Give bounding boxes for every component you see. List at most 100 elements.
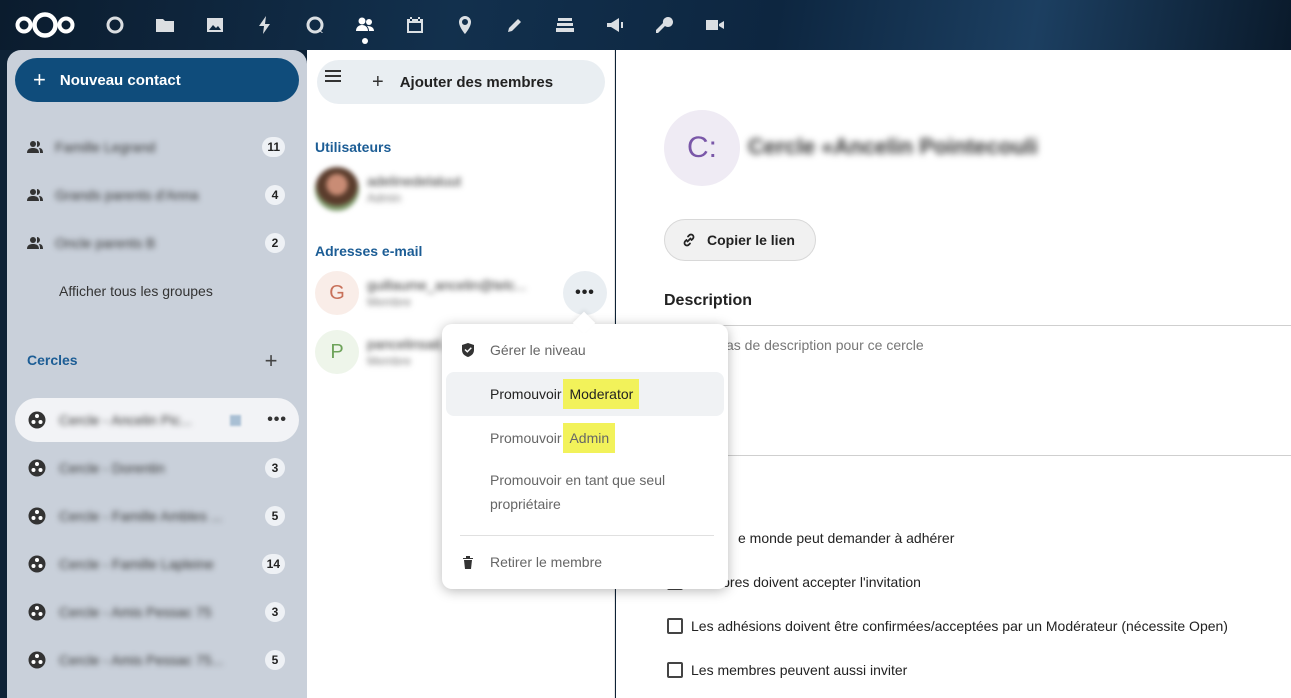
menu-promote-admin[interactable]: Promouvoir Admin <box>446 416 724 460</box>
description-field[interactable]: as de description pour ce cercle <box>726 337 924 353</box>
passwords-icon <box>656 16 673 33</box>
app-video[interactable] <box>690 0 740 50</box>
menu-label: Promouvoir <box>490 386 566 402</box>
circle-name: Cercle - Amis Pessac 75 <box>59 604 212 620</box>
add-circle-button[interactable]: + <box>259 348 283 374</box>
plus-icon: + <box>33 67 46 92</box>
email-avatar: P <box>315 330 359 374</box>
shield-check-icon <box>446 342 490 358</box>
circle-count: 14 <box>261 554 285 574</box>
circle-item[interactable]: Cercle - Dorentin 3 <box>15 446 299 490</box>
option-members-can-invite[interactable]: Les membres peuvent aussi inviter <box>667 662 907 678</box>
circle-title[interactable]: Cercle «Ancelin Pointecouli <box>748 134 1038 160</box>
group-item[interactable]: Famille Legrand 11 <box>15 125 299 169</box>
circle-count: 3 <box>265 602 285 622</box>
app-passwords[interactable] <box>640 0 690 50</box>
group-name: Famille Legrand <box>55 139 156 155</box>
app-notes[interactable] <box>490 0 540 50</box>
menu-label: Gérer le niveau <box>490 342 586 358</box>
nextcloud-logo-icon <box>15 12 75 38</box>
app-navigation <box>90 0 740 50</box>
new-contact-label: Nouveau contact <box>59 71 181 89</box>
photos-icon <box>207 18 223 32</box>
add-members-label: Ajouter des membres <box>399 73 554 91</box>
email-avatar: G <box>315 271 359 315</box>
member-email: guillaume_ancelin@telc... <box>367 277 527 293</box>
show-all-groups-link[interactable]: Afficher tous les groupes <box>59 283 213 299</box>
circle-count: 5 <box>265 650 285 670</box>
member-role: Membre <box>367 354 412 368</box>
app-talk[interactable] <box>290 0 340 50</box>
files-icon <box>156 19 174 32</box>
circle-item[interactable]: Cercle - Amis Pessac 75 3 <box>15 590 299 634</box>
maps-icon <box>459 16 471 34</box>
member-email: pancelinsait... <box>367 336 453 352</box>
nextcloud-logo[interactable] <box>0 0 90 50</box>
app-calendar[interactable] <box>390 0 440 50</box>
circle-actions-button[interactable]: ••• <box>267 411 287 429</box>
menu-label: Promouvoir <box>490 430 566 446</box>
link-icon <box>683 233 695 247</box>
circle-item-active[interactable]: Cercle - Ancelin Pic... ••• <box>15 398 299 442</box>
circles-section-title: Cercles <box>27 352 78 368</box>
circle-icon <box>15 651 59 669</box>
divider <box>664 325 1291 326</box>
checkbox[interactable] <box>667 618 683 634</box>
option-moderator-confirm[interactable]: Les adhésions doivent être confirmées/ac… <box>667 618 1228 634</box>
circle-item[interactable]: Cercle - Amis Pessac 75... 5 <box>15 638 299 682</box>
circle-name: Cercle - Famille Lapleine <box>59 556 214 572</box>
group-name: Oncle parents B <box>55 235 156 251</box>
menu-promote-moderator[interactable]: Promouvoir Moderator <box>446 372 724 416</box>
circle-count: 5 <box>265 506 285 526</box>
group-count: 2 <box>265 233 285 253</box>
app-dashboard[interactable] <box>90 0 140 50</box>
menu-toggle-icon[interactable] <box>325 70 341 85</box>
copy-link-button[interactable]: Copier le lien <box>664 219 816 261</box>
app-photos[interactable] <box>190 0 240 50</box>
circle-item[interactable]: Cercle - Famille Ambles ... 5 <box>15 494 299 538</box>
app-files[interactable] <box>140 0 190 50</box>
menu-manage-level: Gérer le niveau <box>446 334 724 366</box>
member-name: adelinedelaluut <box>367 173 462 189</box>
activity-icon <box>259 16 270 34</box>
circle-name: Cercle - Dorentin <box>59 460 165 476</box>
group-count: 11 <box>262 137 285 157</box>
group-item[interactable]: Oncle parents B 2 <box>15 221 299 265</box>
circle-icon <box>15 603 59 621</box>
circle-avatar: C: <box>664 110 740 186</box>
member-row-user[interactable]: adelinedelaluut Admin <box>315 164 607 214</box>
user-avatar <box>315 167 359 211</box>
circle-icon <box>15 555 59 573</box>
option-label: Les membres peuvent aussi inviter <box>691 662 908 678</box>
add-members-button[interactable]: + Ajouter des membres <box>317 60 605 104</box>
circle-count: 3 <box>265 458 285 478</box>
member-actions-menu: Gérer le niveau Promouvoir Moderator Pro… <box>442 324 728 589</box>
announcements-icon <box>607 18 623 32</box>
group-icon <box>15 187 55 203</box>
app-contacts[interactable] <box>340 0 390 50</box>
option-label: e monde peut demander à adhérer <box>738 530 955 546</box>
deck-icon <box>556 18 574 32</box>
contacts-icon <box>356 17 374 31</box>
menu-label: Retirer le membre <box>490 554 603 570</box>
option-label: Les adhésions doivent être confirmées/ac… <box>691 618 1228 634</box>
circle-name: Cercle - Ancelin Pic... <box>59 412 193 428</box>
menu-label: Promouvoir en tant que seul propriétaire <box>490 472 666 512</box>
dashboard-icon <box>106 16 124 34</box>
group-icon <box>15 235 55 251</box>
app-activity[interactable] <box>240 0 290 50</box>
menu-promote-sole-owner[interactable]: Promouvoir en tant que seul propriétaire <box>446 468 724 522</box>
option-anyone-can-request[interactable]: e monde peut demander à adhérer <box>738 530 954 546</box>
circle-item[interactable]: Cercle - Famille Lapleine 14 <box>15 542 299 586</box>
talk-icon <box>306 16 324 34</box>
app-deck[interactable] <box>540 0 590 50</box>
group-item[interactable]: Grands parents d'Anna 4 <box>15 173 299 217</box>
member-actions-button[interactable]: ••• <box>563 271 607 315</box>
trash-icon <box>446 554 490 570</box>
app-maps[interactable] <box>440 0 490 50</box>
app-announcements[interactable] <box>590 0 640 50</box>
menu-remove-member[interactable]: Retirer le membre <box>446 546 724 578</box>
circle-icon <box>15 459 59 477</box>
new-contact-button[interactable]: + Nouveau contact <box>15 58 299 102</box>
checkbox[interactable] <box>667 662 683 678</box>
